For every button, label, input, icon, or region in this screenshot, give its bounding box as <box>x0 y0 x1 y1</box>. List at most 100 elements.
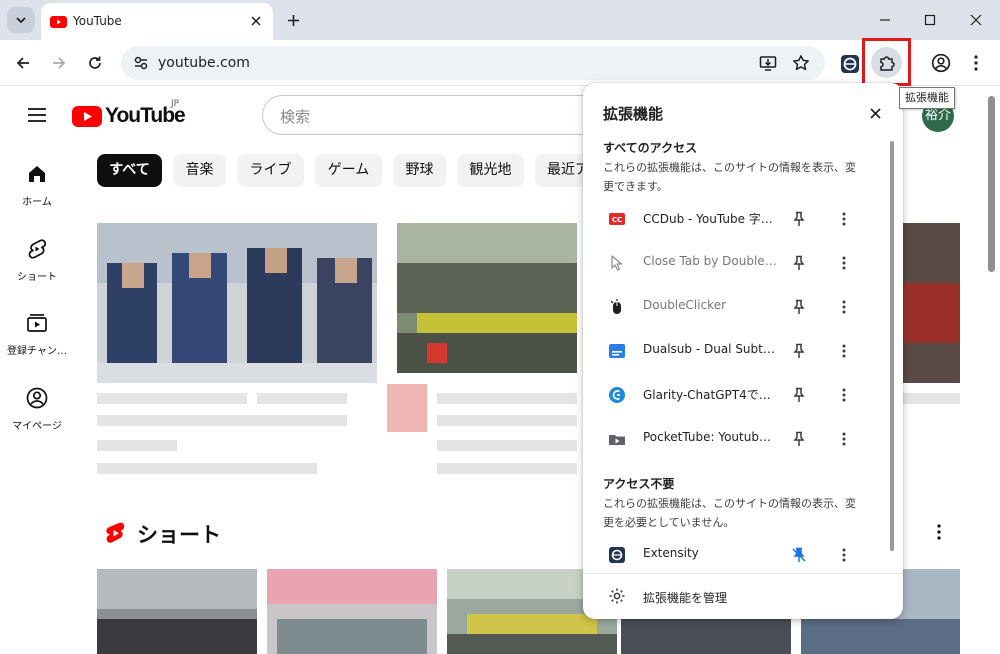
sidebar-item-home[interactable]: ホーム <box>1 162 73 208</box>
pin-button[interactable] <box>789 341 809 361</box>
youtube-favicon-icon <box>50 16 67 28</box>
pin-button[interactable] <box>789 385 809 405</box>
close-window-button[interactable] <box>964 8 988 32</box>
video-meta-placeholder <box>437 463 577 474</box>
sidebar-item-label: 登録チャン… <box>7 346 67 357</box>
sidebar-item-shorts[interactable]: ショート <box>1 237 73 283</box>
plus-icon <box>287 14 299 26</box>
close-icon <box>251 16 261 26</box>
video-thumbnail[interactable] <box>397 223 577 373</box>
pin-button[interactable] <box>789 429 809 449</box>
extension-more-button[interactable] <box>834 429 854 449</box>
extensions-button[interactable] <box>871 47 902 78</box>
bookmark-button[interactable] <box>791 53 811 73</box>
extension-row-ccdub[interactable]: CC CCDub - YouTube 字幕… <box>583 197 893 241</box>
extension-more-button[interactable] <box>834 297 854 317</box>
chrome-menu-button[interactable] <box>966 51 986 75</box>
extension-more-button[interactable] <box>834 385 854 405</box>
sidebar-item-label: ホーム <box>22 197 52 208</box>
address-url: youtube.com <box>158 55 250 71</box>
arrow-left-icon <box>16 57 29 69</box>
extension-row-dualsub[interactable]: Dualsub - Dual Subtitle… <box>583 329 893 373</box>
youtube-search-input[interactable]: 検索 <box>262 95 592 135</box>
chip-games[interactable]: ゲーム <box>315 154 382 187</box>
youtube-logo[interactable]: YouTube <box>72 104 186 128</box>
pin-off-icon <box>792 547 806 562</box>
video-title-placeholder <box>437 415 577 426</box>
extensions-panel: 拡張機能 すべてのアクセス これらの拡張機能は、このサイトの情報を表示、変更でき… <box>583 83 903 619</box>
more-vert-icon <box>974 55 978 71</box>
back-button[interactable] <box>11 51 35 75</box>
pin-button[interactable] <box>789 253 809 273</box>
extension-row-pockettube[interactable]: PocketTube: Youtube S… <box>583 417 893 461</box>
tab-search-button[interactable] <box>7 7 35 33</box>
short-thumbnail[interactable] <box>97 569 257 654</box>
extensity-icon <box>843 57 857 71</box>
more-vert-icon <box>842 344 846 358</box>
maximize-icon <box>924 14 936 26</box>
more-vert-icon <box>937 524 941 540</box>
extension-row-extensity[interactable]: Extensity <box>583 533 893 577</box>
video-thumbnail[interactable] <box>903 223 960 383</box>
star-icon <box>793 55 809 71</box>
chip-sightseeing[interactable]: 観光地 <box>457 154 524 187</box>
more-vert-icon <box>842 388 846 402</box>
more-vert-icon <box>842 212 846 226</box>
reload-button[interactable] <box>83 51 107 75</box>
hamburger-menu-icon[interactable] <box>26 104 48 126</box>
no-access-heading: アクセス不要 <box>603 477 675 491</box>
site-settings-icon <box>134 56 148 70</box>
install-app-button[interactable] <box>758 53 778 73</box>
extensions-panel-title: 拡張機能 <box>603 105 664 123</box>
sidebar-item-you[interactable]: マイページ <box>1 386 73 432</box>
tab-title: YouTube <box>73 14 122 28</box>
home-icon <box>29 166 45 182</box>
pin-button[interactable] <box>789 297 809 317</box>
you-icon <box>26 387 48 409</box>
extension-row-doubleclicker[interactable]: DoubleClicker <box>583 285 893 329</box>
chip-live[interactable]: ライブ <box>237 154 304 187</box>
page-scrollbar[interactable] <box>988 96 995 272</box>
chip-music[interactable]: 音楽 <box>173 154 226 187</box>
minimize-button[interactable] <box>873 8 897 32</box>
ccdub-icon: CC <box>608 210 626 228</box>
forward-button[interactable] <box>47 51 71 75</box>
tab-strip: YouTube <box>0 0 1000 40</box>
new-tab-button[interactable] <box>282 9 304 31</box>
profile-button[interactable] <box>929 51 953 75</box>
extension-more-button[interactable] <box>834 341 854 361</box>
shorts-section-heading: ショート <box>105 519 221 549</box>
video-title-placeholder <box>257 393 347 404</box>
video-thumbnail[interactable] <box>97 223 377 383</box>
subscriptions-icon <box>27 314 47 332</box>
more-vert-icon <box>842 548 846 562</box>
short-thumbnail[interactable] <box>267 569 437 654</box>
pin-button[interactable] <box>789 209 809 229</box>
unpin-button[interactable] <box>789 545 809 565</box>
extension-name: Close Tab by Double Ri… <box>643 254 777 268</box>
shorts-more-button[interactable] <box>931 520 947 544</box>
chip-baseball[interactable]: 野球 <box>393 154 446 187</box>
extension-name: Glarity-ChatGPT4で要約… <box>643 388 777 402</box>
extensity-pinned-button[interactable] <box>841 55 859 73</box>
extension-more-button[interactable] <box>834 545 854 565</box>
extension-name: DoubleClicker <box>643 298 727 312</box>
extension-more-button[interactable] <box>834 253 854 273</box>
extension-more-button[interactable] <box>834 209 854 229</box>
sidebar-item-subscriptions[interactable]: 登録チャン… <box>1 311 73 357</box>
extension-row-glarity[interactable]: Glarity-ChatGPT4で要約… <box>583 373 893 417</box>
maximize-button[interactable] <box>918 8 942 32</box>
tab-close-button[interactable] <box>247 12 265 30</box>
extensions-panel-close-button[interactable] <box>864 102 886 124</box>
address-bar[interactable]: youtube.com <box>121 46 825 80</box>
extension-name: CCDub - YouTube 字幕… <box>643 212 777 226</box>
search-placeholder: 検索 <box>280 108 311 126</box>
chip-all[interactable]: すべて <box>97 154 162 187</box>
dualsub-icon <box>608 342 626 360</box>
extension-row-close-tab[interactable]: Close Tab by Double Ri… <box>583 241 893 285</box>
gear-icon <box>609 588 625 604</box>
extensions-panel-scrollbar[interactable] <box>890 141 894 551</box>
extension-name: PocketTube: Youtube S… <box>643 430 777 444</box>
manage-extensions-button[interactable]: 拡張機能を管理 <box>583 573 903 619</box>
tab-youtube[interactable]: YouTube <box>41 3 273 40</box>
